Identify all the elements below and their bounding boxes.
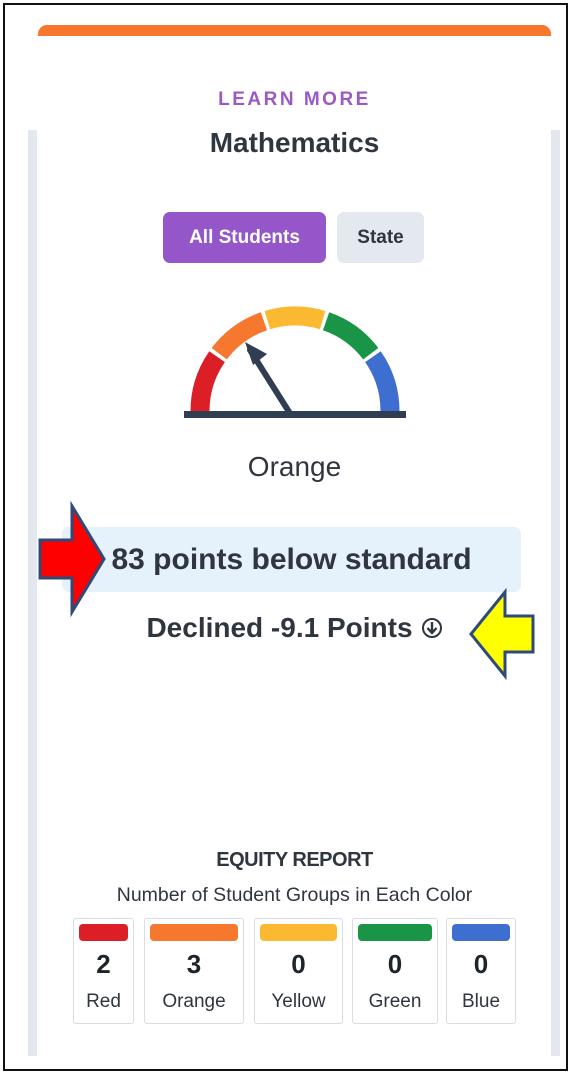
circle-arrow-down-icon[interactable] xyxy=(421,617,443,639)
color-count: 0 xyxy=(473,949,489,979)
color-swatch xyxy=(452,924,510,941)
card-right-rail xyxy=(551,130,560,1056)
distance-from-standard-text: 83 points below standard xyxy=(111,542,472,576)
equity-report-title: EQUITY REPORT xyxy=(216,849,373,871)
color-swatch xyxy=(150,924,238,941)
gauge-segment-yellow xyxy=(264,306,326,330)
card-accent-bar xyxy=(38,25,551,36)
subject-title: Mathematics xyxy=(209,127,380,158)
color-name: Red xyxy=(86,991,121,1012)
equity-report-subtitle: Number of Student Groups in Each Color xyxy=(116,884,473,906)
performance-status-label: Orange xyxy=(247,451,342,482)
tab-all-students[interactable]: All Students xyxy=(163,212,326,263)
color-swatch xyxy=(260,924,337,941)
color-name: Green xyxy=(368,991,422,1012)
color-swatch xyxy=(79,924,128,941)
distance-from-standard: 83 points below standard xyxy=(62,527,521,592)
color-name: Yellow xyxy=(271,991,326,1012)
yellow-annotation-arrow xyxy=(469,588,535,680)
gauge-needle-head xyxy=(245,342,267,365)
learn-more-link[interactable]: LEARN MORE xyxy=(38,89,551,111)
gauge-segment-red xyxy=(190,351,226,412)
color-swatch xyxy=(358,924,432,941)
gauge-segment-green xyxy=(322,312,379,360)
performance-gauge xyxy=(184,306,406,418)
equity-color-blue: 0 Blue xyxy=(446,918,516,1024)
red-annotation-arrow xyxy=(38,500,106,618)
equity-color-red: 2 Red xyxy=(73,918,134,1024)
tab-state[interactable]: State xyxy=(337,212,424,263)
color-count: 3 xyxy=(186,949,202,979)
gauge-segment-blue xyxy=(364,351,400,412)
color-name: Blue xyxy=(461,991,501,1012)
color-count: 0 xyxy=(291,949,306,979)
gauge-base xyxy=(184,411,406,418)
color-count: 0 xyxy=(387,949,403,979)
equity-color-yellow: 0 Yellow xyxy=(254,918,343,1024)
color-count: 2 xyxy=(96,949,111,979)
color-name: Orange xyxy=(162,991,226,1012)
equity-color-green: 0 Green xyxy=(352,918,438,1024)
equity-color-orange: 3 Orange xyxy=(144,918,244,1024)
change-text: Declined -9.1 Points xyxy=(146,612,413,643)
